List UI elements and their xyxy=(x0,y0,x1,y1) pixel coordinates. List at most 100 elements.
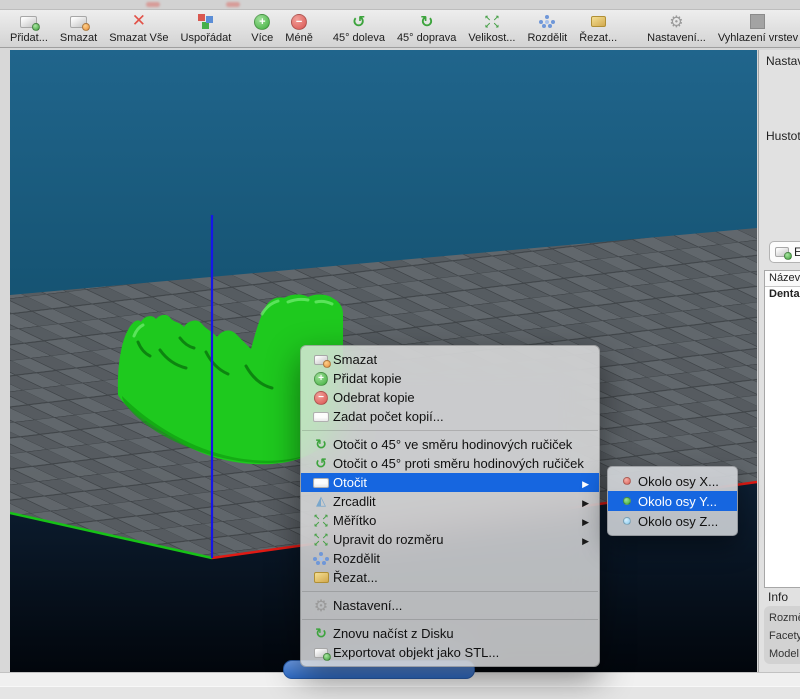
rotate-cw-icon: ↻ xyxy=(315,438,327,452)
menu-separator xyxy=(302,619,598,620)
menu-item-upravit-do-rozmeru[interactable]: Upravit do rozměru xyxy=(301,530,599,549)
toolbar-add-button[interactable]: Přidat... xyxy=(4,10,54,47)
submenu-item-okolo-osy-z[interactable]: Okolo osy Z... xyxy=(608,511,737,531)
toolbar-rotate-right-button[interactable]: ↻ 45° doprava xyxy=(391,10,462,47)
toolbar-label: Smazat xyxy=(60,32,97,44)
window-top-strip xyxy=(0,0,800,10)
gear-icon: ⚙ xyxy=(314,598,328,614)
menu-item-label: Zadat počet kopií... xyxy=(333,409,589,424)
toolbar-label: Přidat... xyxy=(10,32,48,44)
menu-item-label: Odebrat kopie xyxy=(333,390,589,405)
toolbar-label: Velikost... xyxy=(468,32,515,44)
menu-item-label: Řezat... xyxy=(333,570,589,585)
toolbar-more-button[interactable]: + Více xyxy=(245,10,279,47)
menu-item-label: Upravit do rozměru xyxy=(333,532,579,547)
menu-item-rezat[interactable]: Řezat... xyxy=(301,568,599,587)
info-row-facets: Facety xyxy=(769,627,800,645)
rotate-ccw-icon: ↺ xyxy=(352,14,365,30)
menu-item-label: Otočit o 45° proti směru hodinových ruči… xyxy=(333,456,589,471)
submenu-item-okolo-osy-y[interactable]: Okolo osy Y... xyxy=(608,491,737,511)
info-row-model: Model xyxy=(769,645,800,663)
arrange-icon xyxy=(196,13,215,30)
rotate-cw-icon: ↻ xyxy=(420,14,433,30)
menu-item-otocit-45-cw[interactable]: ↻ Otočit o 45° ve směru hodinových ručič… xyxy=(301,435,599,454)
object-list[interactable]: Název Dental_ xyxy=(764,270,800,588)
toolbar-rotate-left-button[interactable]: ↺ 45° doleva xyxy=(327,10,391,47)
submenu-item-okolo-osy-x[interactable]: Okolo osy X... xyxy=(608,471,737,491)
menu-item-meritko[interactable]: Měřítko xyxy=(301,511,599,530)
export-icon xyxy=(775,247,789,257)
toolbar-label: Méně xyxy=(285,32,313,44)
menu-item-label: Rozdělit xyxy=(333,551,589,566)
toolbar-layer-smoothing-button[interactable]: Vyhlazení vrstev xyxy=(712,10,800,47)
menu-item-label: Zrcadlit xyxy=(333,494,579,509)
part-delete-icon xyxy=(70,16,87,28)
toolbar: Přidat... Smazat ✕ Smazat Vše Uspořádat … xyxy=(0,10,800,48)
menu-item-otocit[interactable]: Otočit xyxy=(301,473,599,492)
white-rect-icon xyxy=(313,412,329,422)
menu-item-smazat[interactable]: Smazat xyxy=(301,350,599,369)
menu-separator xyxy=(302,591,598,592)
menu-item-rozdelit[interactable]: Rozdělit xyxy=(301,549,599,568)
menu-item-label: Měřítko xyxy=(333,513,579,528)
menu-item-label: Nastavení... xyxy=(333,598,589,613)
part-add-icon xyxy=(20,16,37,28)
bottom-bar xyxy=(0,686,800,699)
object-info-box: Rozměry Facety Model xyxy=(764,606,800,664)
submenu-arrow-icon xyxy=(579,494,589,509)
menu-item-nastaveni[interactable]: ⚙ Nastavení... xyxy=(301,596,599,615)
submenu-item-label: Okolo osy X... xyxy=(638,474,729,489)
toolbar-label: Rozdělit xyxy=(527,32,567,44)
toolbar-fewer-button[interactable]: − Méně xyxy=(279,10,319,47)
cut-icon xyxy=(314,572,329,583)
menu-item-label: Smazat xyxy=(333,352,589,367)
axis-x-dot-icon xyxy=(623,477,631,485)
fewer-icon: − xyxy=(291,14,307,30)
cut-icon xyxy=(591,16,606,27)
toolbar-cut-button[interactable]: Řezat... xyxy=(573,10,623,47)
toolbar-delete-all-button[interactable]: ✕ Smazat Vše xyxy=(103,10,174,47)
submenu-item-label: Okolo osy Y... xyxy=(638,494,729,509)
more-icon: + xyxy=(254,14,270,30)
export-button[interactable]: Exportovat xyxy=(769,241,800,263)
menu-item-label: Otočit o 45° ve směru hodinových ručiček xyxy=(333,437,589,452)
submenu-arrow-icon xyxy=(579,532,589,547)
submenu-item-label: Okolo osy Z... xyxy=(638,514,729,529)
export-button-label: Exportovat xyxy=(794,245,800,259)
export-icon xyxy=(314,648,328,658)
menu-item-zrcadlit[interactable]: Zrcadlit xyxy=(301,492,599,511)
menu-item-pridat-kopie[interactable]: + Přidat kopie xyxy=(301,369,599,388)
menu-item-exportovat-stl[interactable]: Exportovat objekt jako STL... xyxy=(301,643,599,662)
menu-item-label: Znovu načíst z Disku xyxy=(333,626,589,641)
minus-circle-icon: − xyxy=(314,391,328,405)
toolbar-label: Nastavení... xyxy=(647,32,706,44)
menu-item-otocit-45-ccw[interactable]: ↺ Otočit o 45° proti směru hodinových ru… xyxy=(301,454,599,473)
plus-circle-icon: + xyxy=(314,372,328,386)
toolbar-arrange-button[interactable]: Uspořádat xyxy=(175,10,238,47)
toolbar-split-button[interactable]: Rozdělit xyxy=(521,10,573,47)
menu-item-label: Exportovat objekt jako STL... xyxy=(333,645,589,660)
scale-icon xyxy=(484,15,499,29)
object-list-row[interactable]: Dental_ xyxy=(765,287,800,302)
menu-item-zadat-pocet-kopii[interactable]: Zadat počet kopií... xyxy=(301,407,599,426)
scale-icon xyxy=(313,533,328,547)
menu-item-znovu-nacist[interactable]: ↻ Znovu načíst z Disku xyxy=(301,624,599,643)
toolbar-label: 45° doprava xyxy=(397,32,456,44)
menu-item-label: Přidat kopie xyxy=(333,371,589,386)
scale-icon xyxy=(313,514,328,528)
submenu-arrow-icon xyxy=(579,513,589,528)
info-row-dimensions: Rozměry xyxy=(769,609,800,627)
toolbar-size-button[interactable]: Velikost... xyxy=(462,10,521,47)
menu-separator xyxy=(302,430,598,431)
cutoff-icon-smudge xyxy=(146,2,160,7)
part-delete-icon xyxy=(314,355,328,365)
toolbar-label: Řezat... xyxy=(579,32,617,44)
toolbar-label: Vyhlazení vrstev xyxy=(718,32,798,44)
slicer-window: Přidat... Smazat ✕ Smazat Vše Uspořádat … xyxy=(0,0,800,699)
submenu-arrow-icon xyxy=(579,475,589,490)
menu-item-odebrat-kopie[interactable]: − Odebrat kopie xyxy=(301,388,599,407)
print-settings-label: Nastavení xyxy=(766,54,800,68)
toolbar-settings-button[interactable]: ⚙ Nastavení... xyxy=(641,10,712,47)
toolbar-delete-button[interactable]: Smazat xyxy=(54,10,103,47)
toolbar-label: 45° doleva xyxy=(333,32,385,44)
